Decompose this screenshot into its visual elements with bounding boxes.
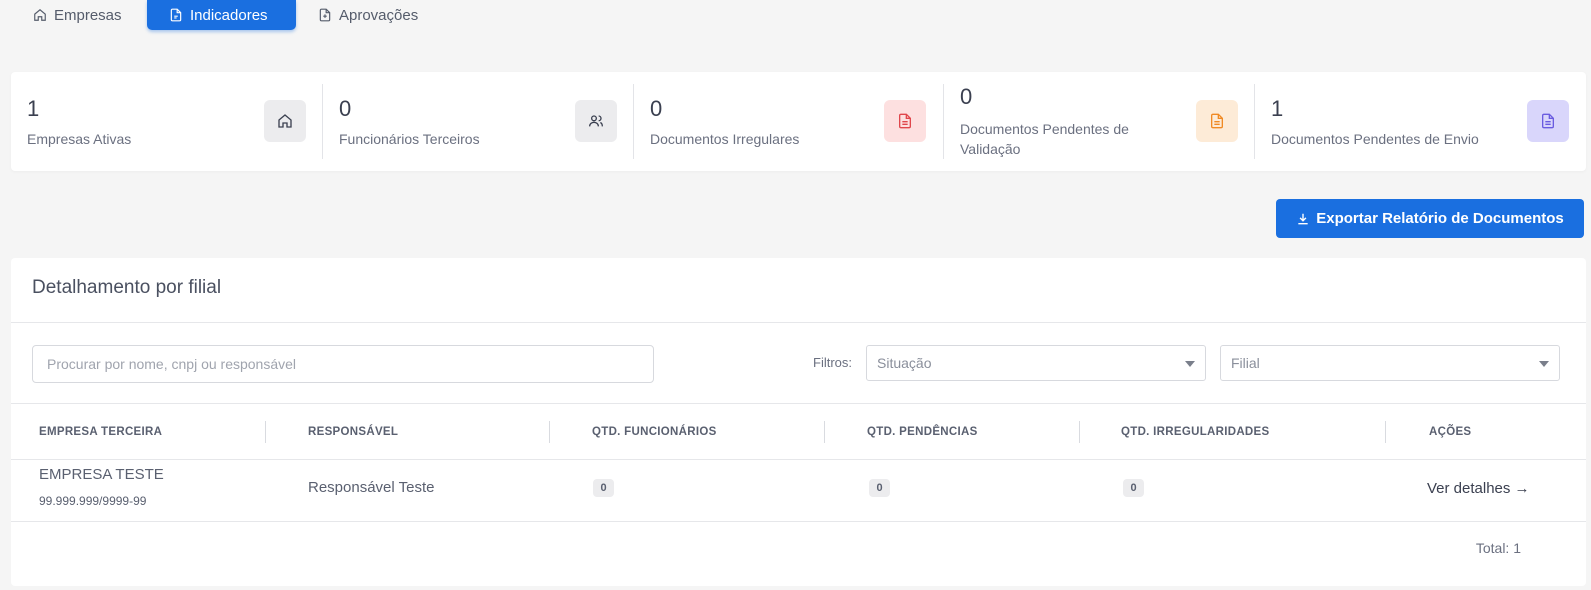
select-value: Situação bbox=[877, 355, 932, 371]
column-header: QTD. PENDÊNCIAS bbox=[867, 426, 978, 438]
column-separator bbox=[1079, 421, 1080, 443]
stat-value: 0 bbox=[650, 96, 663, 121]
column-separator bbox=[265, 421, 266, 443]
divider bbox=[11, 322, 1586, 323]
stat-label-line: Documentos Pendentes de bbox=[960, 121, 1129, 137]
top-tabs: Empresas Indicadores Aprovações bbox=[0, 0, 1591, 30]
ver-detalhes-link[interactable]: Ver detalhes → bbox=[1427, 480, 1530, 497]
select-value: Filial bbox=[1231, 355, 1260, 371]
chevron-down-icon bbox=[1185, 361, 1195, 367]
column-separator bbox=[549, 421, 550, 443]
detail-panel: Detalhamento por filial Filtros: Situaçã… bbox=[11, 258, 1586, 586]
chevron-down-icon bbox=[1539, 361, 1549, 367]
download-icon bbox=[1298, 213, 1308, 224]
stat-label: Documentos Pendentes de Envio bbox=[1271, 131, 1479, 147]
responsavel-name: Responsável Teste bbox=[308, 479, 435, 496]
divider bbox=[11, 403, 1586, 404]
document-icon bbox=[1527, 100, 1569, 142]
search-input[interactable] bbox=[32, 345, 654, 383]
stat-funcionarios-terceiros: 0 Funcionários Terceiros bbox=[322, 84, 633, 159]
stat-documentos-pendentes-envio: 1 Documentos Pendentes de Envio bbox=[1254, 84, 1586, 159]
tab-indicadores[interactable]: Indicadores bbox=[147, 0, 296, 30]
total-count: Total: 1 bbox=[1475, 540, 1521, 556]
tab-aprovacoes[interactable]: Aprovações bbox=[318, 0, 418, 30]
empresa-name: EMPRESA TESTE bbox=[39, 466, 164, 483]
stat-documentos-pendentes-validacao: 0 Documentos Pendentes de Validação bbox=[943, 84, 1254, 159]
document-icon bbox=[170, 8, 182, 22]
column-header: RESPONSÁVEL bbox=[308, 426, 399, 438]
pendencias-badge: 0 bbox=[869, 479, 890, 497]
stats-card: 1 Empresas Ativas 0 Funcionários Terceir… bbox=[11, 72, 1586, 171]
stat-label: Empresas Ativas bbox=[27, 131, 132, 147]
column-header: EMPRESA TERCEIRA bbox=[39, 426, 163, 438]
irregularidades-badge: 0 bbox=[1123, 479, 1144, 497]
panel-title: Detalhamento por filial bbox=[32, 277, 222, 298]
situacao-select[interactable]: Situação bbox=[866, 345, 1206, 381]
home-icon bbox=[34, 8, 46, 21]
tab-label: Aprovações bbox=[339, 6, 419, 24]
tab-label: Indicadores bbox=[190, 6, 268, 24]
stat-label: Documentos Irregulares bbox=[650, 131, 800, 147]
empresa-cnpj: 99.999.999/9999-99 bbox=[39, 494, 147, 508]
stat-value: 1 bbox=[1271, 96, 1284, 121]
filial-select[interactable]: Filial bbox=[1220, 345, 1560, 381]
tab-label: Empresas bbox=[54, 6, 122, 24]
stat-label: Documentos Pendentes de Validação bbox=[960, 119, 1129, 159]
divider bbox=[11, 459, 1586, 460]
filters-label: Filtros: bbox=[813, 355, 852, 370]
column-header: QTD. FUNCIONÁRIOS bbox=[592, 426, 717, 438]
column-separator bbox=[1385, 421, 1386, 443]
stat-label: Funcionários Terceiros bbox=[339, 131, 480, 147]
stat-value: 0 bbox=[960, 84, 973, 109]
stat-value: 1 bbox=[27, 96, 40, 121]
users-icon bbox=[575, 100, 617, 142]
document-plus-icon bbox=[319, 8, 331, 22]
export-button-label: Exportar Relatório de Documentos bbox=[1316, 210, 1564, 227]
document-icon bbox=[1196, 100, 1238, 142]
stat-documentos-irregulares: 0 Documentos Irregulares bbox=[633, 84, 943, 159]
stat-label-line: Validação bbox=[960, 141, 1021, 157]
column-header: AÇÕES bbox=[1429, 426, 1472, 438]
document-icon bbox=[884, 100, 926, 142]
funcionarios-badge: 0 bbox=[593, 479, 614, 497]
export-report-button[interactable]: Exportar Relatório de Documentos bbox=[1276, 199, 1584, 238]
building-icon bbox=[264, 100, 306, 142]
divider bbox=[11, 521, 1586, 522]
stat-empresas-ativas: 1 Empresas Ativas bbox=[11, 84, 322, 159]
stat-value: 0 bbox=[339, 96, 352, 121]
tab-empresas[interactable]: Empresas bbox=[33, 0, 122, 30]
column-separator bbox=[824, 421, 825, 443]
column-header: QTD. IRREGULARIDADES bbox=[1121, 426, 1270, 438]
